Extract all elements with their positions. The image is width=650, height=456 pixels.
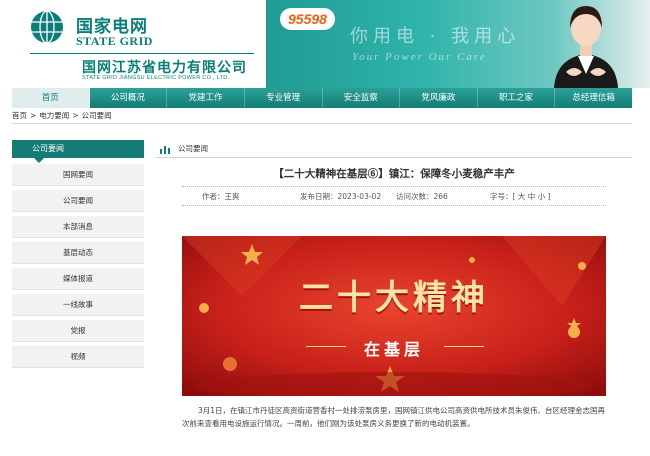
nav-item-party-building[interactable]: 党建工作: [167, 88, 245, 108]
article-author: 作者：王爽: [202, 192, 240, 201]
company-name: 国网江苏省电力有限公司: [82, 60, 247, 76]
sidebar-item-sgcc-news[interactable]: 国网要闻: [12, 164, 144, 186]
banner-slogan-english: Your Power Our Care: [352, 51, 487, 63]
font-size-control[interactable]: 字号：[ 大 中 小 ]: [490, 187, 550, 207]
nav-item-integrity[interactable]: 党风廉政: [400, 88, 478, 108]
article-views: 访问次数：266: [396, 192, 448, 201]
logo-english-name: STATE GRID: [76, 34, 153, 48]
sidebar-item-hq-news[interactable]: 本部消息: [12, 216, 144, 238]
article-title: 【二十大精神在基层⑥】镇江：保障冬小麦稳产丰产: [273, 168, 515, 180]
site-logo[interactable]: 国家电网 STATE GRID 国网江苏省电力有限公司 STATE GRID J…: [30, 6, 270, 82]
globe-logo-icon: [31, 10, 63, 44]
service-agent-illustration: [554, 6, 618, 88]
main-content: 公司要闻 【二十大精神在基层⑥】镇江：保障冬小麦稳产丰产 作者：王爽 发布日期：…: [156, 140, 632, 456]
header-banner: 95598 你用电 · 我用心 Your Power Our Care: [266, 0, 650, 88]
breadcrumb-power-news[interactable]: 电力要闻: [39, 108, 69, 123]
nav-item-professional-management[interactable]: 专业管理: [245, 88, 323, 108]
sidebar-item-party-paper[interactable]: 党报: [12, 320, 144, 342]
article-banner-image: 二十大精神 在基层: [182, 236, 606, 396]
banner-subline: 在基层: [363, 340, 424, 359]
breadcrumb-separator: >: [30, 111, 37, 120]
banner-slogan: 你用电 · 我用心: [350, 26, 521, 47]
article-meta: 作者：王爽 发布日期：2023-03-02 访问次数：266 字号：[ 大 中 …: [182, 186, 606, 206]
sidebar-item-video[interactable]: 视频: [12, 346, 144, 368]
breadcrumb: 首页 > 电力要闻 > 公司要闻: [12, 108, 632, 124]
hotline-badge: 95598: [280, 8, 335, 30]
sidebar-list: 国网要闻 公司要闻 本部消息 基层动态 媒体报道 一线故事 党报 视频: [12, 164, 144, 368]
site-header: 国家电网 STATE GRID 国网江苏省电力有限公司 STATE GRID J…: [0, 0, 650, 88]
sidebar: 公司要闻 国网要闻 公司要闻 本部消息 基层动态 媒体报道 一线故事 党报 视频: [12, 140, 144, 372]
sidebar-heading: 公司要闻: [12, 140, 144, 163]
bar-chart-icon: [160, 146, 170, 154]
logo-divider: [30, 53, 254, 54]
section-header: 公司要闻: [156, 140, 632, 158]
article-date: 发布日期：2023-03-02: [300, 192, 382, 201]
nav-item-gm-mailbox[interactable]: 总经理信箱: [555, 88, 632, 108]
sidebar-item-frontline-stories[interactable]: 一线故事: [12, 294, 144, 316]
section-title: 公司要闻: [178, 144, 208, 153]
main-nav: 首页 公司概况 党建工作 专业管理 安全监察 党风廉政 职工之家 总经理信箱: [12, 88, 632, 108]
company-english-name: STATE GRID JIANGSU ELECTRIC POWER CO., L…: [82, 75, 230, 81]
banner-headline: 二十大精神: [299, 278, 489, 318]
sidebar-item-company-news[interactable]: 公司要闻: [12, 190, 144, 212]
sidebar-item-media-reports[interactable]: 媒体报道: [12, 268, 144, 290]
nav-item-staff-home[interactable]: 职工之家: [478, 88, 556, 108]
article-body: 3月1日，在镇江市丹徒区高资街道营香村一处排涝泵房里，国网镇江供电公司高资供电所…: [182, 406, 606, 428]
nav-item-company-overview[interactable]: 公司概况: [90, 88, 168, 108]
nav-item-home[interactable]: 首页: [12, 88, 90, 108]
nav-item-safety-supervision[interactable]: 安全监察: [323, 88, 401, 108]
sidebar-item-grassroots[interactable]: 基层动态: [12, 242, 144, 264]
breadcrumb-company-news[interactable]: 公司要闻: [82, 108, 112, 123]
breadcrumb-home[interactable]: 首页: [12, 108, 27, 123]
breadcrumb-separator: >: [72, 111, 79, 120]
